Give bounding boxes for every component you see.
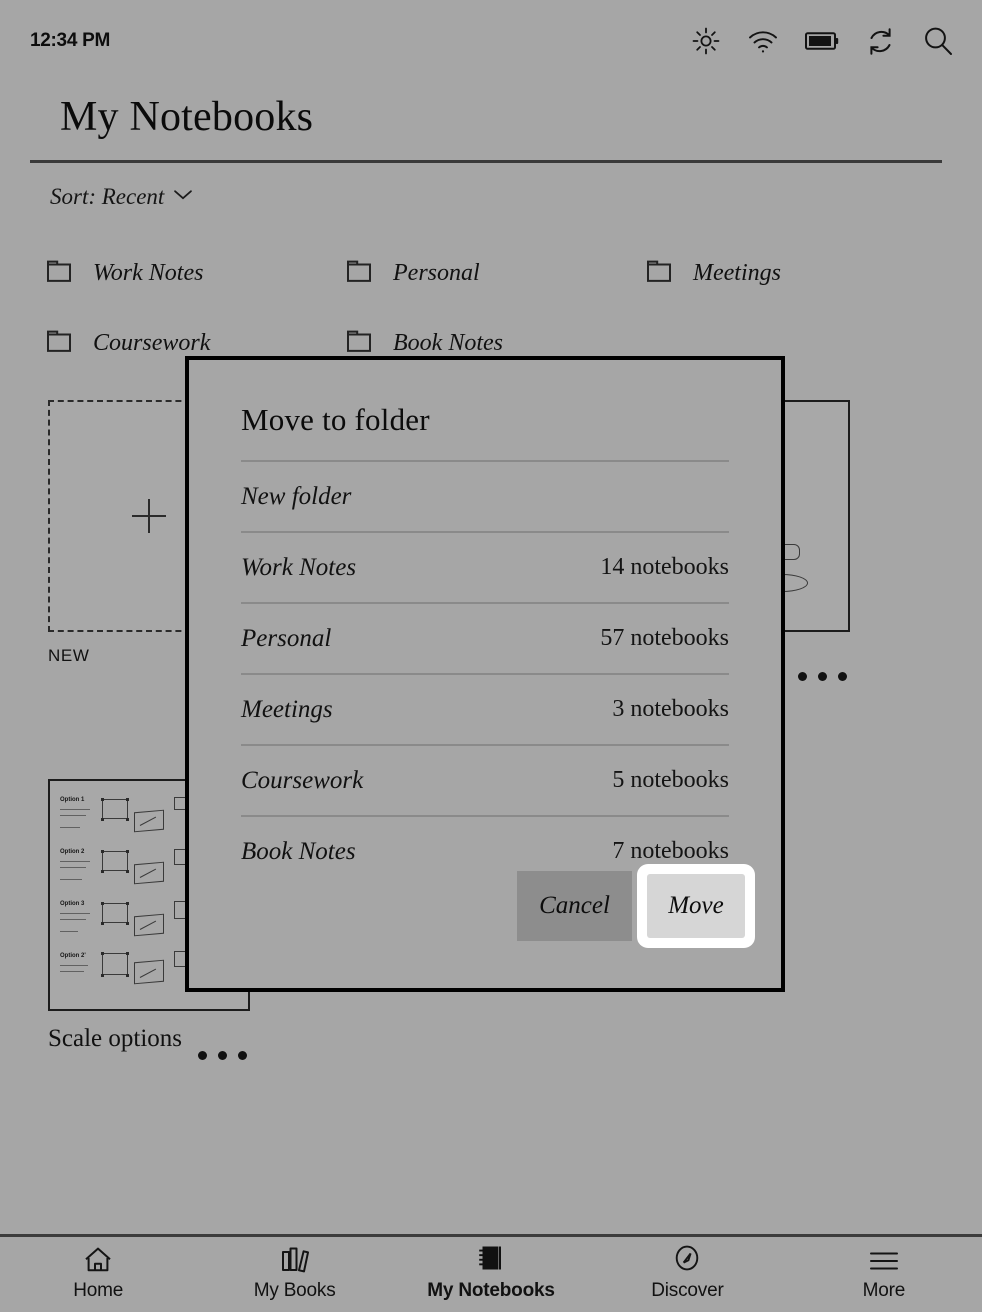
- dialog-item-label: New folder: [241, 482, 352, 510]
- books-icon: [279, 1243, 311, 1273]
- hamburger-icon: [868, 1243, 900, 1273]
- dialog-item-count: 7 notebooks: [612, 838, 729, 864]
- compass-icon: [672, 1243, 702, 1273]
- nav-label: My Books: [253, 1280, 336, 1301]
- dialog-item-label: Meetings: [241, 695, 333, 723]
- dialog-item-coursework[interactable]: Coursework 5 notebooks: [241, 746, 729, 817]
- nav-item-discover[interactable]: Discover: [589, 1237, 785, 1312]
- nav-label: Home: [73, 1280, 124, 1301]
- dialog-item-personal[interactable]: Personal 57 notebooks: [241, 604, 729, 675]
- move-button-focus-ring: Move: [637, 864, 755, 948]
- nav-label: My Notebooks: [427, 1280, 555, 1301]
- dialog-actions: Cancel Move: [517, 864, 755, 948]
- dialog-item-label: Coursework: [241, 766, 364, 794]
- nav-label: Discover: [651, 1280, 724, 1301]
- nav-label: More: [862, 1280, 906, 1301]
- nav-item-my-notebooks[interactable]: My Notebooks: [393, 1237, 589, 1312]
- dialog-item-label: Work Notes: [241, 553, 357, 581]
- dialog-item-new-folder[interactable]: New folder: [241, 462, 729, 533]
- nav-item-more[interactable]: More: [786, 1237, 982, 1312]
- nav-item-home[interactable]: Home: [0, 1237, 196, 1312]
- dialog-title: Move to folder: [241, 402, 430, 437]
- nav-item-my-books[interactable]: My Books: [196, 1237, 392, 1312]
- dialog-item-label: Personal: [241, 624, 332, 652]
- dialog-item-count: 14 notebooks: [600, 554, 729, 580]
- bottom-navigation: Home My Books My Notebooks Discover More: [0, 1237, 982, 1312]
- dialog-item-meetings[interactable]: Meetings 3 notebooks: [241, 675, 729, 746]
- move-to-folder-dialog: Move to folder New folder Work Notes 14 …: [185, 356, 785, 992]
- folder-option-list: New folder Work Notes 14 notebooks Perso…: [241, 462, 729, 886]
- dialog-item-count: 57 notebooks: [600, 625, 729, 651]
- home-icon: [83, 1243, 113, 1273]
- dialog-item-count: 3 notebooks: [612, 696, 729, 722]
- dialog-item-work-notes[interactable]: Work Notes 14 notebooks: [241, 533, 729, 604]
- cancel-button[interactable]: Cancel: [517, 871, 632, 941]
- dialog-item-count: 5 notebooks: [612, 767, 729, 793]
- notebook-icon: [476, 1243, 506, 1273]
- e-reader-screen: 12:34 PM My Notebooks Sort: Recent Work …: [0, 0, 982, 1312]
- dialog-item-label: Book Notes: [241, 837, 356, 865]
- move-button[interactable]: Move: [647, 874, 745, 938]
